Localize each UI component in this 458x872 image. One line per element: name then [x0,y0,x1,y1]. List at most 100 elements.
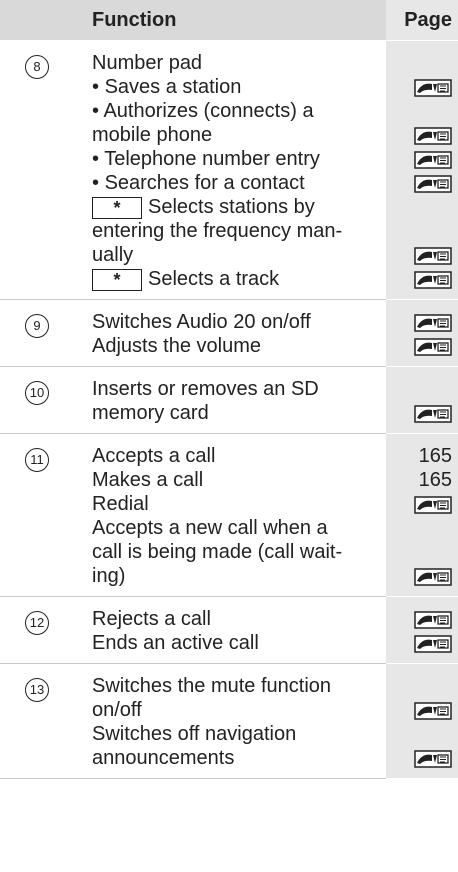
page-reference [386,698,452,722]
circled-number: 9 [25,314,49,338]
function-line: Ends an active call [92,631,378,655]
circled-number: 8 [25,55,49,79]
function-line: on/off [92,698,378,722]
page-reference-icon [414,749,452,768]
page-reference-icon [414,567,452,586]
function-line: * Selects a track [92,267,378,291]
page-reference-icon [414,634,452,653]
circled-number: 10 [25,381,49,405]
function-cell: Switches Audio 20 on/off Adjusts the volu… [74,299,386,367]
table-body: 8 Number padSaves a stationAuthorizes (co… [0,40,458,779]
page-blank [386,722,452,746]
function-text: ually [92,244,134,266]
page-reference-icon [414,150,452,169]
function-table: Function Page 8 Number padSaves a station… [0,0,458,779]
page-blank [386,51,452,75]
page-reference-icon [414,610,452,629]
function-line: mobile phone [92,123,378,147]
page-reference [386,746,452,770]
page-reference [386,243,452,267]
function-text: Inserts or removes an SD [92,378,319,400]
circled-number: 13 [25,678,49,702]
table-row: 10 Inserts or removes an SD memory card [0,366,458,434]
row-number-cell: 8 [0,40,74,300]
function-line: Number pad [92,51,378,75]
function-line: Redial [92,492,378,516]
page-cell [386,40,458,300]
function-cell: Rejects a call Ends an active call [74,596,386,664]
page-number: 165 [418,469,452,491]
page-reference [386,401,452,425]
function-line: Accepts a new call when a [92,516,378,540]
page-reference [386,123,452,147]
function-line: call is being made (call wait- [92,540,378,564]
page-cell [386,299,458,367]
function-line: entering the frequency man- [92,219,378,243]
table-row: 9 Switches Audio 20 on/off Adjusts the vol… [0,299,458,367]
function-line: Switches off navigation [92,722,378,746]
page-reference-icon [414,126,452,145]
function-text: Redial [92,493,149,515]
page-reference [386,492,452,516]
function-cell: Accepts a call Makes a call Redial Accepts … [74,433,386,597]
function-text: Authorizes (connects) a [103,100,314,122]
function-text: Makes a call [92,469,204,491]
function-line: announcements [92,746,378,770]
function-line: Saves a station [92,75,378,99]
page-reference-icon [414,270,452,289]
function-text: Ends an active call [92,632,259,654]
circled-number: 11 [25,448,49,472]
function-text: Adjusts the volume [92,335,261,357]
page-reference-icon [414,313,452,332]
function-cell: Inserts or removes an SD memory card [74,366,386,434]
header-page: Page [386,0,458,41]
page-cell: 165 165 [386,433,458,597]
row-number-cell: 9 [0,299,74,367]
function-text: Saves a station [104,76,242,98]
row-number-cell: 11 [0,433,74,597]
function-text: memory card [92,402,209,424]
function-line: Accepts a call [92,444,378,468]
function-text: entering the frequency man- [92,220,343,242]
page-reference [386,171,452,195]
page-reference-icon [414,404,452,423]
row-number-cell: 10 [0,366,74,434]
page-reference [386,564,452,588]
page-reference [386,267,452,291]
function-text: Searches for a contact [104,172,305,194]
function-text: announcements [92,747,235,769]
function-text: Switches the mute function [92,675,332,697]
function-text: Selects stations by [148,196,315,218]
function-line: Switches the mute function [92,674,378,698]
page-number: 165 [418,445,452,467]
page-reference [386,310,452,334]
function-text: Accepts a call [92,445,216,467]
page-reference-icon [414,337,452,356]
function-line: Authorizes (connects) a [92,99,378,123]
function-cell: Switches the mute function on/off Switches… [74,663,386,779]
page-blank [386,99,452,123]
page-reference [386,631,452,655]
page-cell [386,366,458,434]
page-reference-icon [414,174,452,193]
function-text: Switches off navigation [92,723,297,745]
page-blank [386,516,452,540]
function-line: Rejects a call [92,607,378,631]
function-text: Telephone number entry [104,148,320,170]
page-reference [386,75,452,99]
page-reference-icon [414,246,452,265]
function-text: Rejects a call [92,608,211,630]
function-line: Inserts or removes an SD [92,377,378,401]
page-cell [386,596,458,664]
function-text: Number pad [92,52,203,74]
page-blank [386,674,452,698]
table-row: 8 Number padSaves a stationAuthorizes (co… [0,40,458,300]
star-key-icon: * [92,268,142,291]
page-blank [386,219,452,243]
row-number-cell: 12 [0,596,74,664]
function-text: on/off [92,699,142,721]
page-blank [386,195,452,219]
function-line: * Selects stations by [92,195,378,219]
page-reference-icon [414,495,452,514]
function-line: Telephone number entry [92,147,378,171]
